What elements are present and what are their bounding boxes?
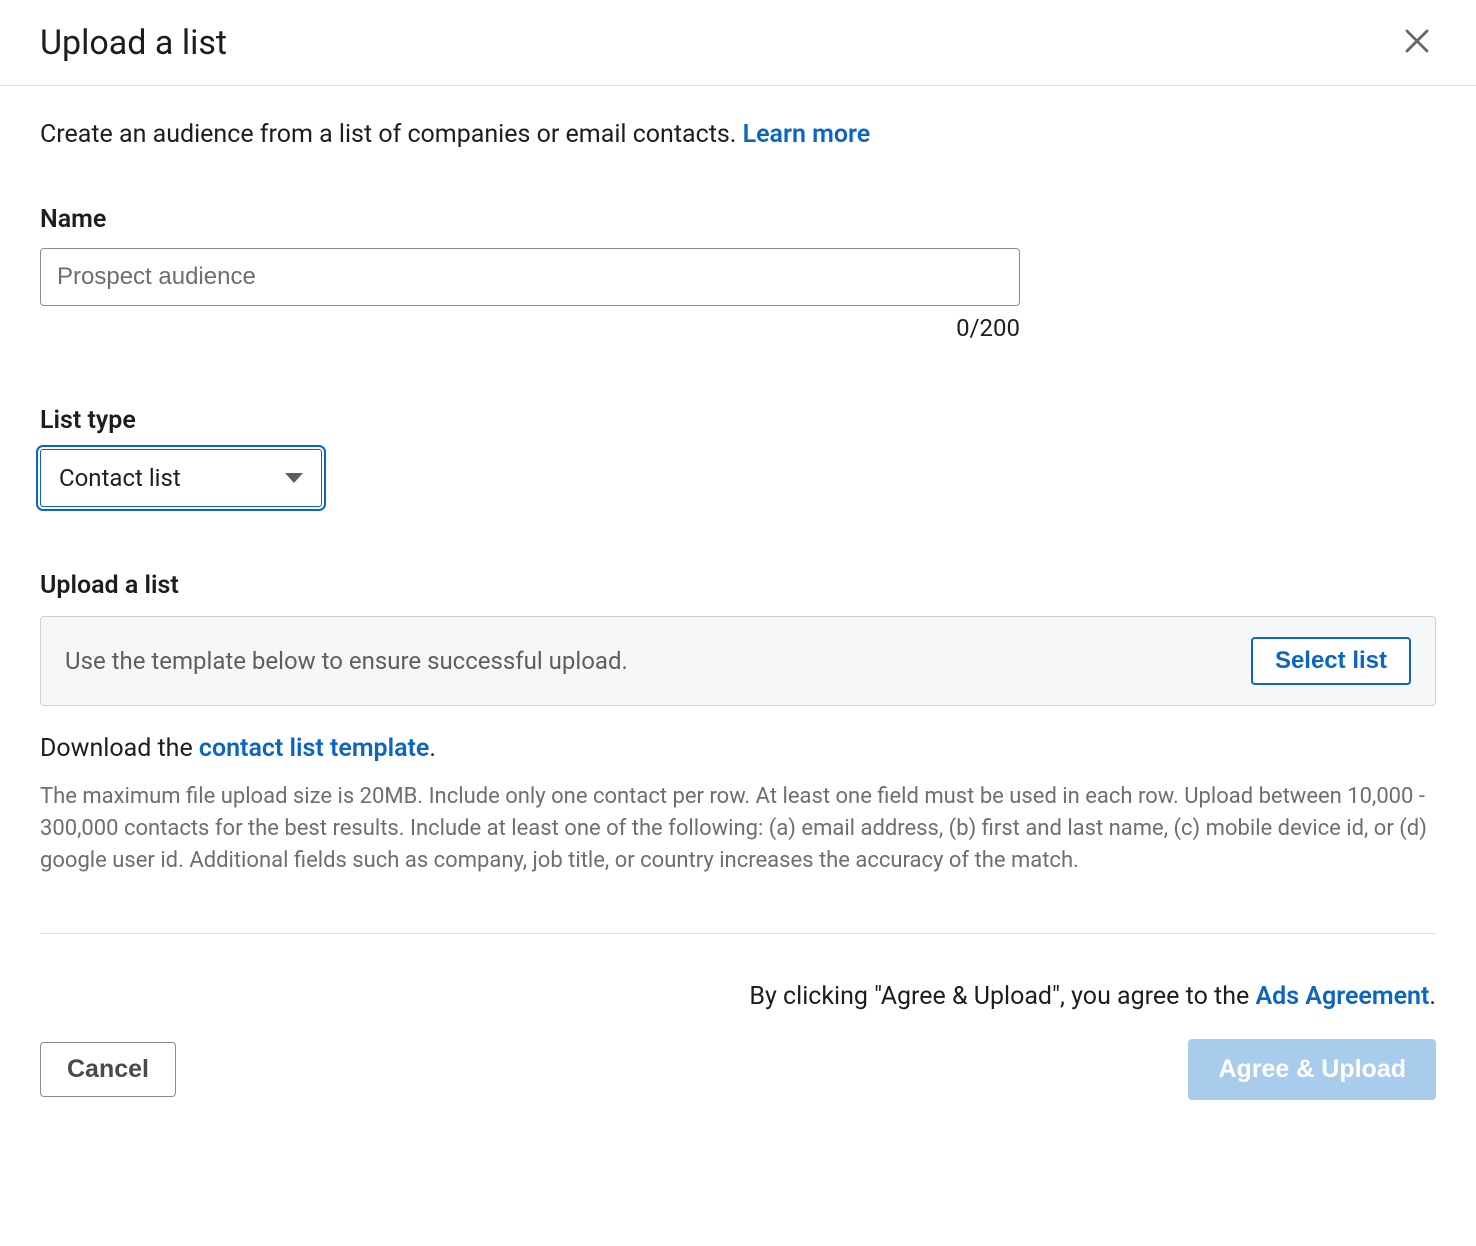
upload-list-dialog: Upload a list Create an audience from a … [0, 0, 1476, 1120]
name-field: Name 0/200 [40, 205, 1436, 342]
download-template-line: Download the contact list template. [40, 734, 1436, 763]
select-list-button[interactable]: Select list [1251, 637, 1411, 685]
upload-box-text: Use the template below to ensure success… [65, 647, 628, 675]
dialog-body: Create an audience from a list of compan… [0, 86, 1476, 1120]
agreement-line: By clicking "Agree & Upload", you agree … [40, 982, 1436, 1011]
upload-help-text: The maximum file upload size is 20MB. In… [40, 781, 1436, 877]
list-type-field: List type Contact list [40, 406, 1436, 507]
agreement-prefix: By clicking "Agree & Upload", you agree … [749, 982, 1255, 1011]
name-label: Name [40, 205, 1436, 234]
close-button[interactable] [1398, 22, 1436, 63]
agree-upload-button[interactable]: Agree & Upload [1188, 1039, 1436, 1100]
footer-divider [40, 933, 1436, 934]
download-prefix: Download the [40, 734, 199, 763]
list-type-selected: Contact list [59, 464, 181, 492]
dialog-header: Upload a list [0, 0, 1476, 86]
upload-section: Upload a list Use the template below to … [40, 571, 1436, 877]
ads-agreement-link[interactable]: Ads Agreement [1255, 982, 1429, 1011]
cancel-button[interactable]: Cancel [40, 1042, 176, 1097]
close-icon [1402, 26, 1432, 59]
name-char-count: 0/200 [40, 314, 1020, 342]
list-type-select[interactable]: Contact list [40, 449, 322, 507]
learn-more-link[interactable]: Learn more [743, 120, 871, 149]
contact-list-template-link[interactable]: contact list template [199, 734, 429, 763]
download-suffix: . [429, 734, 436, 763]
list-type-label: List type [40, 406, 1436, 435]
footer-actions: Cancel Agree & Upload [40, 1039, 1436, 1120]
upload-label: Upload a list [40, 571, 1436, 600]
upload-box: Use the template below to ensure success… [40, 616, 1436, 706]
intro-sentence: Create an audience from a list of compan… [40, 120, 743, 149]
name-input[interactable] [40, 248, 1020, 306]
intro-text: Create an audience from a list of compan… [40, 120, 1436, 149]
dialog-title: Upload a list [40, 23, 227, 63]
caret-down-icon [285, 473, 303, 483]
agreement-suffix: . [1429, 982, 1436, 1011]
